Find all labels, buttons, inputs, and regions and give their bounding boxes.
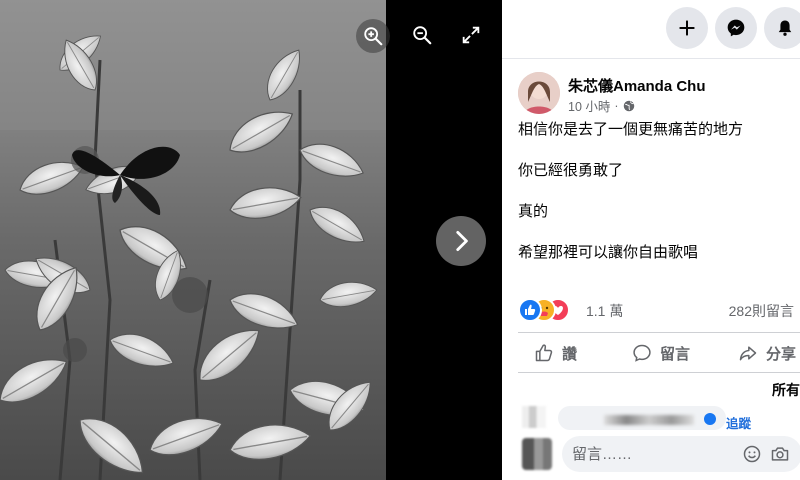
reaction-count[interactable]: 1.1 萬: [586, 301, 623, 321]
meta-separator: ·: [614, 98, 619, 113]
post-line: 真的: [518, 203, 549, 220]
current-user-avatar[interactable]: [522, 438, 552, 470]
comment-item: 追蹤: [522, 404, 800, 431]
comment-button[interactable]: 留言: [632, 335, 690, 371]
expand-icon: [462, 26, 480, 44]
share-label: 分享: [766, 345, 797, 363]
messenger-icon: [727, 19, 745, 37]
comment-count[interactable]: 282則留言: [729, 301, 794, 321]
post-line: 你已經很勇敢了: [518, 162, 624, 179]
commenter-name-redacted: [604, 415, 694, 425]
photo-attach-button[interactable]: [770, 444, 790, 464]
smiley-icon: [743, 445, 761, 463]
globe-icon: [623, 100, 634, 111]
post-header: 朱芯儀Amanda Chu 10 小時 ·: [518, 70, 798, 116]
follow-link[interactable]: 追蹤: [726, 413, 751, 432]
top-bar: [502, 0, 800, 59]
notifications-button[interactable]: [764, 7, 800, 49]
commenter-avatar[interactable]: [522, 406, 546, 428]
post-meta: 10 小時 ·: [568, 96, 635, 115]
share-icon: [739, 346, 757, 361]
comment-icon: [633, 344, 651, 362]
comment-composer: [518, 434, 800, 476]
divider: [518, 332, 800, 333]
zoom-out-icon: [413, 26, 432, 45]
chevron-right-icon: [456, 230, 468, 252]
comment-sort-dropdown[interactable]: 所有: [772, 380, 800, 400]
post-panel: 朱芯儀Amanda Chu 10 小時 · 相信你是去了一個更無痛苦的地方 你已…: [502, 0, 800, 480]
post-time[interactable]: 10 小時: [568, 96, 610, 115]
camera-icon: [771, 447, 789, 461]
comment-bubble: 追蹤: [558, 406, 751, 431]
photo-viewer: [0, 0, 502, 480]
author-name[interactable]: 朱芯儀Amanda Chu: [568, 75, 706, 96]
like-button[interactable]: 讚: [534, 335, 577, 371]
emoji-button[interactable]: [742, 444, 762, 464]
post-line: 相信你是去了一個更無痛苦的地方: [518, 121, 744, 138]
next-photo-button[interactable]: [436, 216, 486, 266]
author-avatar[interactable]: [518, 72, 560, 114]
avatar-image: [518, 72, 560, 114]
fullscreen-button[interactable]: [455, 19, 487, 51]
comment-input[interactable]: [562, 436, 800, 472]
like-reaction-icon[interactable]: [518, 298, 542, 322]
comment-label: 留言: [660, 345, 691, 363]
bell-icon: [778, 20, 792, 36]
share-button[interactable]: 分享: [738, 335, 796, 371]
divider: [518, 372, 800, 373]
zoom-in-button[interactable]: [356, 19, 390, 53]
reactions-bar: 1.1 萬 282則留言: [518, 296, 800, 322]
plus-icon: [679, 20, 695, 36]
action-bar: 讚 留言 分享: [518, 335, 800, 371]
post-text: 相信你是去了一個更無痛苦的地方 你已經很勇敢了 真的 希望那裡可以讓你自由歌唱: [518, 120, 788, 284]
zoom-in-icon: [364, 27, 383, 46]
zoom-out-button[interactable]: [406, 19, 438, 51]
like-label: 讚: [562, 345, 578, 363]
post-line: 希望那裡可以讓你自由歌唱: [518, 244, 699, 261]
post-photo: [0, 0, 386, 480]
create-button[interactable]: [666, 7, 708, 49]
messenger-button[interactable]: [715, 7, 757, 49]
thumbs-up-icon: [535, 344, 553, 362]
verified-icon: [704, 413, 716, 425]
